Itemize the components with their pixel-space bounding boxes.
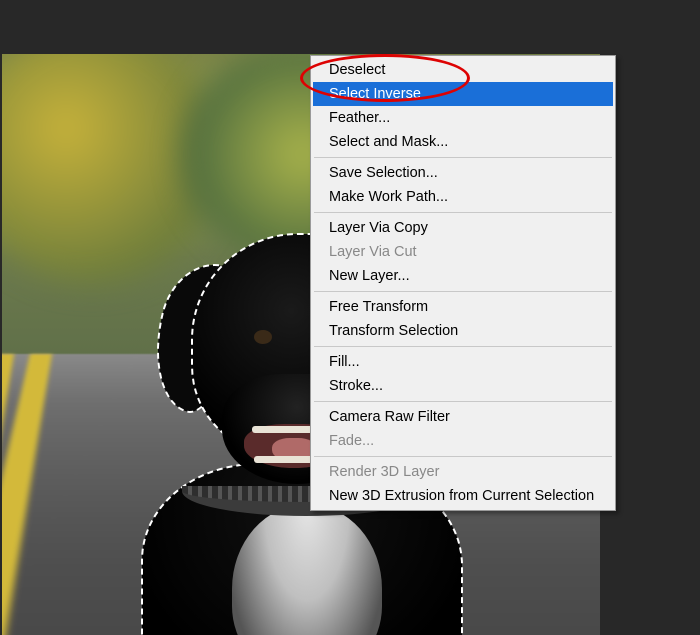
menu-item-deselect[interactable]: Deselect xyxy=(313,58,613,82)
menu-item-transform-selection[interactable]: Transform Selection xyxy=(313,319,613,343)
menu-item-layer-via-copy[interactable]: Layer Via Copy xyxy=(313,216,613,240)
menu-separator xyxy=(314,346,612,347)
menu-separator xyxy=(314,291,612,292)
menu-item-select-inverse[interactable]: Select Inverse xyxy=(313,82,613,106)
menu-item-select-and-mask[interactable]: Select and Mask... xyxy=(313,130,613,154)
menu-item-camera-raw-filter[interactable]: Camera Raw Filter xyxy=(313,405,613,429)
menu-separator xyxy=(314,456,612,457)
menu-item-stroke[interactable]: Stroke... xyxy=(313,374,613,398)
menu-item-new-layer[interactable]: New Layer... xyxy=(313,264,613,288)
menu-separator xyxy=(314,401,612,402)
menu-item-make-work-path[interactable]: Make Work Path... xyxy=(313,185,613,209)
menu-item-feather[interactable]: Feather... xyxy=(313,106,613,130)
context-menu: Deselect Select Inverse Feather... Selec… xyxy=(310,55,616,511)
menu-item-free-transform[interactable]: Free Transform xyxy=(313,295,613,319)
dog-eye xyxy=(254,330,272,344)
menu-item-new-3d-extrusion[interactable]: New 3D Extrusion from Current Selection xyxy=(313,484,613,508)
menu-item-fade: Fade... xyxy=(313,429,613,453)
menu-item-render-3d-layer: Render 3D Layer xyxy=(313,460,613,484)
menu-separator xyxy=(314,157,612,158)
menu-item-fill[interactable]: Fill... xyxy=(313,350,613,374)
menu-item-save-selection[interactable]: Save Selection... xyxy=(313,161,613,185)
menu-item-layer-via-cut: Layer Via Cut xyxy=(313,240,613,264)
menu-separator xyxy=(314,212,612,213)
